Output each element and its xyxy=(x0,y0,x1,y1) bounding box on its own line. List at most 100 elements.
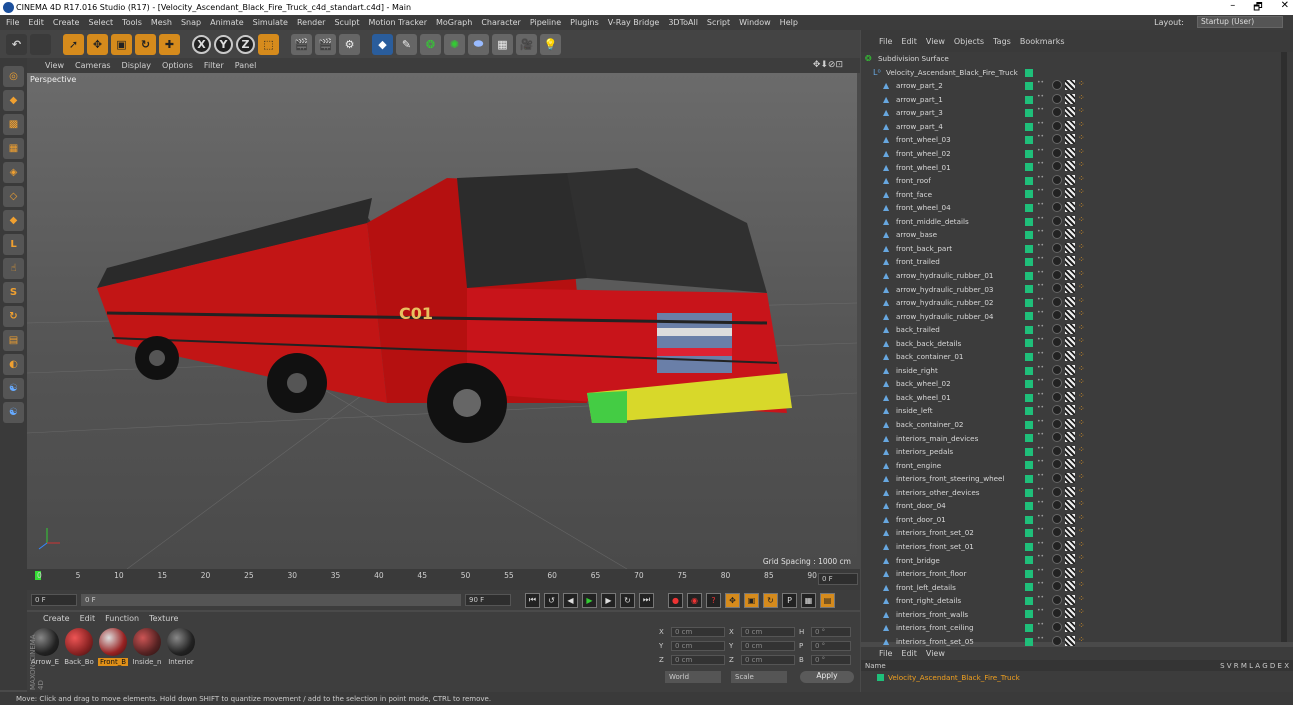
uvw-tag-icon[interactable] xyxy=(1065,608,1075,619)
snapping-icon[interactable]: S xyxy=(3,282,24,303)
phong-tag-icon[interactable]: ⁘ xyxy=(1078,391,1085,401)
uvw-tag-icon[interactable] xyxy=(1065,581,1075,592)
object-row[interactable]: ▲ arrow_part_2 •• ⁘ xyxy=(861,79,1275,93)
uvw-tag-icon[interactable] xyxy=(1065,93,1075,104)
object-row[interactable]: ▲ arrow_part_3 •• ⁘ xyxy=(861,106,1275,120)
menu-select[interactable]: Select xyxy=(88,18,113,27)
visibility-indicator[interactable] xyxy=(1025,407,1033,416)
phong-tag-icon[interactable]: ⁘ xyxy=(1078,93,1085,103)
uvw-tag-icon[interactable] xyxy=(1065,418,1075,429)
texture-tag-icon[interactable] xyxy=(1052,215,1062,226)
phong-tag-icon[interactable]: ⁘ xyxy=(1078,567,1085,577)
phong-tag-icon[interactable]: ⁘ xyxy=(1078,472,1085,482)
uvw-tag-icon[interactable] xyxy=(1065,256,1075,267)
phong-tag-icon[interactable]: ⁘ xyxy=(1078,134,1085,143)
apply-button[interactable]: Apply xyxy=(800,671,854,683)
menu-window[interactable]: Window xyxy=(739,18,771,27)
render-dots-icon[interactable]: •• xyxy=(1037,391,1044,402)
texture-tag-icon[interactable] xyxy=(1052,472,1062,483)
render-dots-icon[interactable]: •• xyxy=(1037,283,1044,293)
phong-tag-icon[interactable]: ⁘ xyxy=(1078,445,1085,455)
texture-tag-icon[interactable] xyxy=(1052,459,1062,470)
texture-tag-icon[interactable] xyxy=(1052,581,1062,592)
phong-tag-icon[interactable]: ⁘ xyxy=(1078,337,1085,346)
visibility-indicator[interactable] xyxy=(1025,502,1033,511)
phong-tag-icon[interactable]: ⁘ xyxy=(1078,540,1085,550)
position-z-field[interactable]: 0 cm xyxy=(671,654,725,665)
visibility-indicator[interactable] xyxy=(1025,596,1033,605)
points-mode-icon[interactable]: ◈ xyxy=(3,162,24,183)
uvw-tag-icon[interactable] xyxy=(1065,391,1075,402)
phong-tag-icon[interactable]: ⁘ xyxy=(1078,147,1085,157)
menu-create[interactable]: Create xyxy=(53,18,80,27)
object-row[interactable]: ▲ arrow_hydraulic_rubber_02 •• ⁘ xyxy=(861,296,1275,310)
object-row[interactable]: ▲ front_left_details •• ⁘ xyxy=(861,580,1275,594)
visibility-indicator[interactable] xyxy=(1025,122,1033,131)
viewport-menu-options[interactable]: Options xyxy=(162,61,193,70)
position-y-field[interactable]: 0 cm xyxy=(671,640,725,651)
menu-pipeline[interactable]: Pipeline xyxy=(530,18,561,27)
object-row[interactable]: ▲ front_engine •• ⁘ xyxy=(861,458,1275,472)
uvw-tag-icon[interactable] xyxy=(1065,215,1075,226)
uvw-tag-icon[interactable] xyxy=(1065,120,1075,131)
phong-tag-icon[interactable]: ⁘ xyxy=(1078,622,1085,631)
phong-tag-icon[interactable]: ⁘ xyxy=(1078,418,1085,428)
texture-tag-icon[interactable] xyxy=(1052,107,1062,118)
render-dots-icon[interactable]: •• xyxy=(1037,608,1044,618)
render-dots-icon[interactable]: •• xyxy=(1037,161,1044,171)
redo-button[interactable] xyxy=(30,33,51,55)
sculpt-icon[interactable]: ◐ xyxy=(3,354,24,375)
texture-tag-icon[interactable] xyxy=(1052,445,1062,456)
locking-icon[interactable]: ↻ xyxy=(3,306,24,327)
render-dots-icon[interactable]: •• xyxy=(1037,486,1044,497)
key-help-button[interactable]: ? xyxy=(706,592,721,608)
axis-mode-icon[interactable]: L xyxy=(3,234,24,255)
texture-tag-icon[interactable] xyxy=(1052,134,1062,145)
model-mode-icon[interactable]: ◆ xyxy=(3,90,24,111)
object-row-parent[interactable]: L⁰ Velocity_Ascendant_Black_Fire_Truck xyxy=(861,66,1275,80)
menu-motion-tracker[interactable]: Motion Tracker xyxy=(368,18,427,27)
visibility-indicator[interactable] xyxy=(1025,312,1033,321)
uvw-tag-icon[interactable] xyxy=(1065,364,1075,375)
texture-tag-icon[interactable] xyxy=(1052,269,1062,280)
key-param-button[interactable]: P xyxy=(782,592,797,608)
visibility-indicator[interactable] xyxy=(1025,353,1033,361)
grid-icon[interactable]: ▤ xyxy=(3,330,24,351)
z-axis-button[interactable]: Z xyxy=(236,34,255,54)
render-dots-icon[interactable]: •• xyxy=(1037,337,1044,347)
render-dots-icon[interactable]: •• xyxy=(1037,635,1044,646)
make-editable-icon[interactable]: ◎ xyxy=(3,66,24,87)
render-dots-icon[interactable]: •• xyxy=(1037,622,1044,632)
render-picture-viewer-button[interactable]: 🎬 xyxy=(315,33,336,55)
uvw-tag-icon[interactable] xyxy=(1065,229,1075,240)
uvw-tag-icon[interactable] xyxy=(1065,554,1075,565)
uvw-tag-icon[interactable] xyxy=(1065,378,1075,389)
menu-animate[interactable]: Animate xyxy=(210,18,244,27)
timeline-ruler[interactable]: 0 5 10 15 20 25 30 35 40 45 50 55 60 65 … xyxy=(27,569,860,590)
visibility-indicator[interactable] xyxy=(1025,68,1033,77)
object-row[interactable]: ▲ arrow_hydraulic_rubber_01 •• ⁘ xyxy=(861,269,1275,283)
render-dots-icon[interactable]: •• xyxy=(1037,554,1044,564)
visibility-indicator[interactable] xyxy=(1025,461,1033,470)
texture-tag-icon[interactable] xyxy=(1052,147,1062,158)
object-row[interactable]: ▲ interiors_front_ceiling •• ⁘ xyxy=(861,621,1275,635)
prev-frame-button[interactable]: ◀ xyxy=(563,592,578,608)
render-dots-icon[interactable]: •• xyxy=(1037,215,1044,226)
object-row[interactable]: ▲ back_trailed •• ⁘ xyxy=(861,323,1275,337)
texture-tag-icon[interactable] xyxy=(1052,296,1062,307)
visibility-indicator[interactable] xyxy=(1025,82,1033,90)
texture-tag-icon[interactable] xyxy=(1052,527,1062,538)
object-row[interactable]: ▲ interiors_pedals •• ⁘ xyxy=(861,445,1275,459)
python-generator-icon[interactable]: ☯ xyxy=(3,402,24,423)
phong-tag-icon[interactable]: ⁘ xyxy=(1078,432,1085,441)
phong-tag-icon[interactable]: ⁘ xyxy=(1078,486,1085,496)
uvw-tag-icon[interactable] xyxy=(1065,513,1075,524)
object-row[interactable]: ▲ interiors_front_steering_wheel •• ⁘ xyxy=(861,472,1275,486)
object-row[interactable]: ▲ front_right_details •• ⁘ xyxy=(861,594,1275,608)
texture-tag-icon[interactable] xyxy=(1052,432,1062,443)
phong-tag-icon[interactable]: ⁘ xyxy=(1078,581,1085,590)
phong-tag-icon[interactable]: ⁘ xyxy=(1078,513,1085,523)
object-row[interactable]: ▲ interiors_front_set_01 •• ⁘ xyxy=(861,540,1275,554)
render-dots-icon[interactable]: •• xyxy=(1037,351,1044,361)
end-frame-field[interactable]: 90 F xyxy=(465,594,511,606)
